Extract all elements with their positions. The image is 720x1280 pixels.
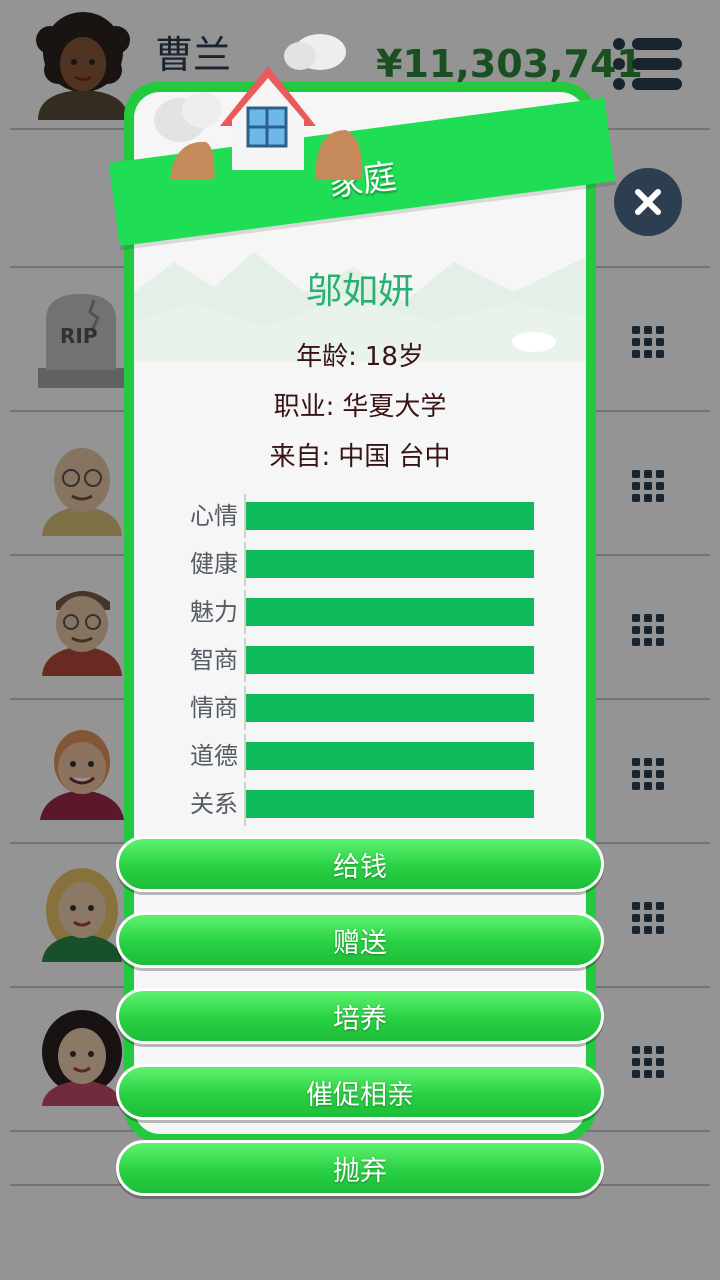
stat-label: 情商 bbox=[190, 694, 238, 722]
stat-fill bbox=[246, 694, 534, 722]
stat-label: 关系 bbox=[190, 790, 238, 818]
stat-iq: 智商 bbox=[180, 638, 540, 682]
stat-track bbox=[246, 694, 534, 722]
stat-morality: 道德 bbox=[180, 734, 540, 778]
age-value: 18岁 bbox=[364, 342, 424, 372]
job-label: 职业: bbox=[273, 392, 335, 422]
stat-label: 道德 bbox=[190, 742, 238, 770]
stat-fill bbox=[246, 742, 534, 770]
stat-track bbox=[246, 598, 534, 626]
stat-fill bbox=[246, 790, 534, 818]
stat-label: 魅力 bbox=[190, 598, 238, 626]
close-icon bbox=[635, 189, 661, 215]
origin-label: 来自: bbox=[269, 442, 331, 472]
stat-fill bbox=[246, 550, 534, 578]
origin-line: 来自: 中国 台中 bbox=[134, 436, 586, 473]
stat-eq: 情商 bbox=[180, 686, 540, 730]
stat-fill bbox=[246, 502, 534, 530]
gift-button[interactable]: 赠送 bbox=[116, 912, 604, 968]
stat-label: 心情 bbox=[190, 502, 238, 530]
job-line: 职业: 华夏大学 bbox=[134, 386, 586, 423]
age-label: 年龄: bbox=[296, 342, 357, 372]
stat-track bbox=[246, 550, 534, 578]
member-name: 邬如妍 bbox=[305, 271, 414, 312]
give-money-button[interactable]: 给钱 bbox=[116, 836, 604, 892]
stat-label: 健康 bbox=[190, 550, 238, 578]
stat-track bbox=[246, 646, 534, 674]
stat-relationship: 关系 bbox=[180, 782, 540, 826]
stat-fill bbox=[246, 598, 534, 626]
stat-label: 智商 bbox=[190, 646, 238, 674]
close-button[interactable] bbox=[614, 168, 682, 236]
nurture-button[interactable]: 培养 bbox=[116, 988, 604, 1044]
stat-fill bbox=[246, 646, 534, 674]
urge-blind-date-button[interactable]: 催促相亲 bbox=[116, 1064, 604, 1120]
house-icon bbox=[154, 34, 363, 180]
stat-track bbox=[246, 790, 534, 818]
stat-track bbox=[246, 502, 534, 530]
stat-charm: 魅力 bbox=[180, 590, 540, 634]
abandon-button[interactable]: 抛弃 bbox=[116, 1140, 604, 1196]
stat-health: 健康 bbox=[180, 542, 540, 586]
age-line: 年龄: 18岁 bbox=[134, 336, 586, 373]
stat-track bbox=[246, 742, 534, 770]
stat-mood: 心情 bbox=[180, 494, 540, 538]
origin-value: 中国 台中 bbox=[338, 442, 451, 472]
job-value: 华夏大学 bbox=[342, 392, 447, 422]
